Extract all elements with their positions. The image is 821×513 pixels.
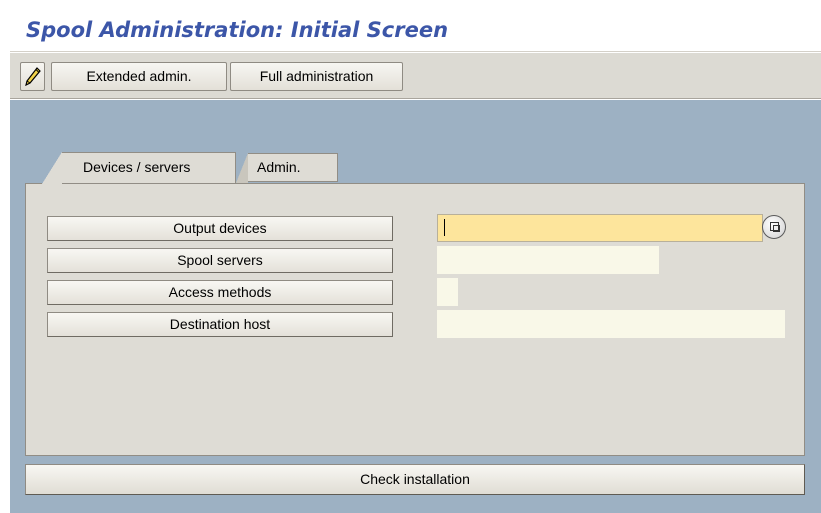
spool-server-field[interactable] [437,246,659,274]
pencil-icon [25,67,41,86]
extended-admin-button[interactable]: Extended admin. [51,62,227,91]
access-methods-button[interactable]: Access methods [47,280,393,305]
access-method-field[interactable] [437,278,458,306]
text-cursor [444,219,445,236]
check-installation-button[interactable]: Check installation [25,464,805,495]
spool-servers-button[interactable]: Spool servers [47,248,393,273]
page-title: Spool Administration: Initial Screen [26,18,449,42]
destination-host-field[interactable] [437,310,785,338]
full-administration-button[interactable]: Full administration [230,62,403,91]
tab-admin[interactable]: Admin. [236,153,338,183]
main-area: Devices / servers Admin. Output devices … [10,100,821,513]
output-devices-button[interactable]: Output devices [47,216,393,241]
edit-button[interactable] [20,62,45,91]
application-toolbar: Extended admin. Full administration [10,53,821,99]
destination-host-button[interactable]: Destination host [47,312,393,337]
title-bar: Spool Administration: Initial Screen [10,10,821,52]
tab-panel: Output devices Spool servers Access meth… [25,183,805,456]
output-device-field[interactable] [437,214,763,242]
tab-devices-servers[interactable]: Devices / servers [42,152,236,184]
possible-entries-icon[interactable] [762,215,786,239]
